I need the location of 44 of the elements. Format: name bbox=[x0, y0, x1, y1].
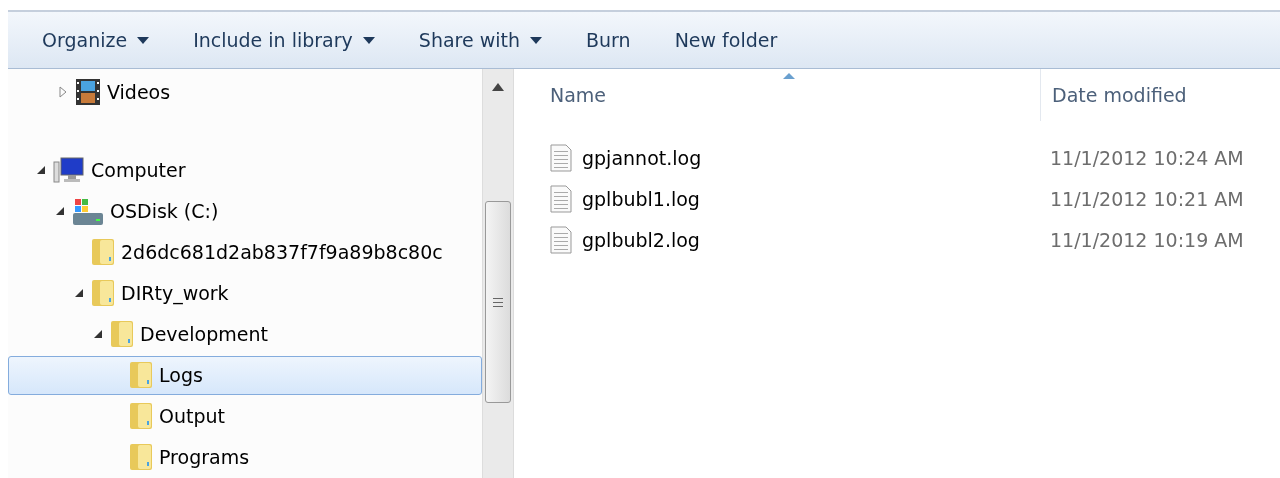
scrollbar[interactable] bbox=[482, 69, 514, 478]
scroll-up-icon[interactable] bbox=[492, 83, 505, 91]
tree-item[interactable]: Programs bbox=[8, 437, 483, 477]
folder-icon bbox=[91, 278, 115, 308]
file-name[interactable]: gplbubl2.log bbox=[582, 228, 700, 251]
file-name[interactable]: gplbubl1.log bbox=[582, 187, 700, 210]
scroll-thumb[interactable] bbox=[485, 201, 512, 403]
collapsed-arrow-icon[interactable] bbox=[57, 85, 69, 98]
tree-item[interactable]: Videos bbox=[8, 72, 483, 112]
grip-icon bbox=[493, 297, 504, 307]
folder-icon bbox=[129, 360, 153, 391]
document-icon bbox=[550, 184, 572, 213]
sort-up-icon bbox=[783, 73, 795, 79]
toolbar-button[interactable]: New folder bbox=[662, 25, 790, 55]
expanded-arrow-icon[interactable] bbox=[92, 328, 104, 341]
toolbar-button[interactable]: Burn bbox=[574, 25, 643, 55]
document-icon bbox=[550, 225, 572, 254]
selected-tree-item[interactable]: Logs bbox=[8, 355, 483, 395]
folder-icon bbox=[110, 319, 134, 350]
tree-item[interactable]: 2d6dc681d2ab837f7f9a89b8c80c bbox=[8, 232, 483, 272]
dropdown-caret-icon bbox=[137, 36, 150, 44]
document-icon bbox=[550, 143, 572, 172]
date-modified: 11/1/2012 10:21 AM bbox=[1050, 187, 1245, 210]
toolbar-button[interactable]: Include in library bbox=[181, 25, 387, 55]
film-icon bbox=[75, 77, 101, 106]
expanded-arrow-icon[interactable] bbox=[73, 287, 85, 299]
date-modified: 11/1/2012 10:24 AM bbox=[1050, 146, 1245, 169]
dropdown-caret-icon bbox=[362, 36, 375, 44]
tree-item[interactable]: Development bbox=[8, 314, 483, 354]
folder-icon bbox=[129, 442, 153, 473]
file-name[interactable]: gpjannot.log bbox=[582, 146, 702, 169]
date-modified: 11/1/2012 10:19 AM bbox=[1050, 228, 1245, 251]
tree-item[interactable]: DIRty_work bbox=[8, 273, 483, 313]
toolbar-button[interactable]: Organize bbox=[30, 25, 162, 55]
tree-item[interactable]: Computer bbox=[8, 150, 483, 190]
column-header[interactable]: Date modified bbox=[1040, 69, 1270, 121]
folder-icon bbox=[91, 236, 115, 267]
folder-icon bbox=[129, 401, 153, 432]
computer-icon bbox=[53, 155, 85, 184]
dropdown-caret-icon bbox=[530, 36, 542, 44]
toolbar-button[interactable]: Share with bbox=[406, 25, 554, 55]
tree-item[interactable]: Output bbox=[8, 396, 483, 436]
column-header[interactable]: Name bbox=[550, 69, 1040, 121]
tree-item[interactable]: OSDisk (C:) bbox=[8, 191, 483, 231]
